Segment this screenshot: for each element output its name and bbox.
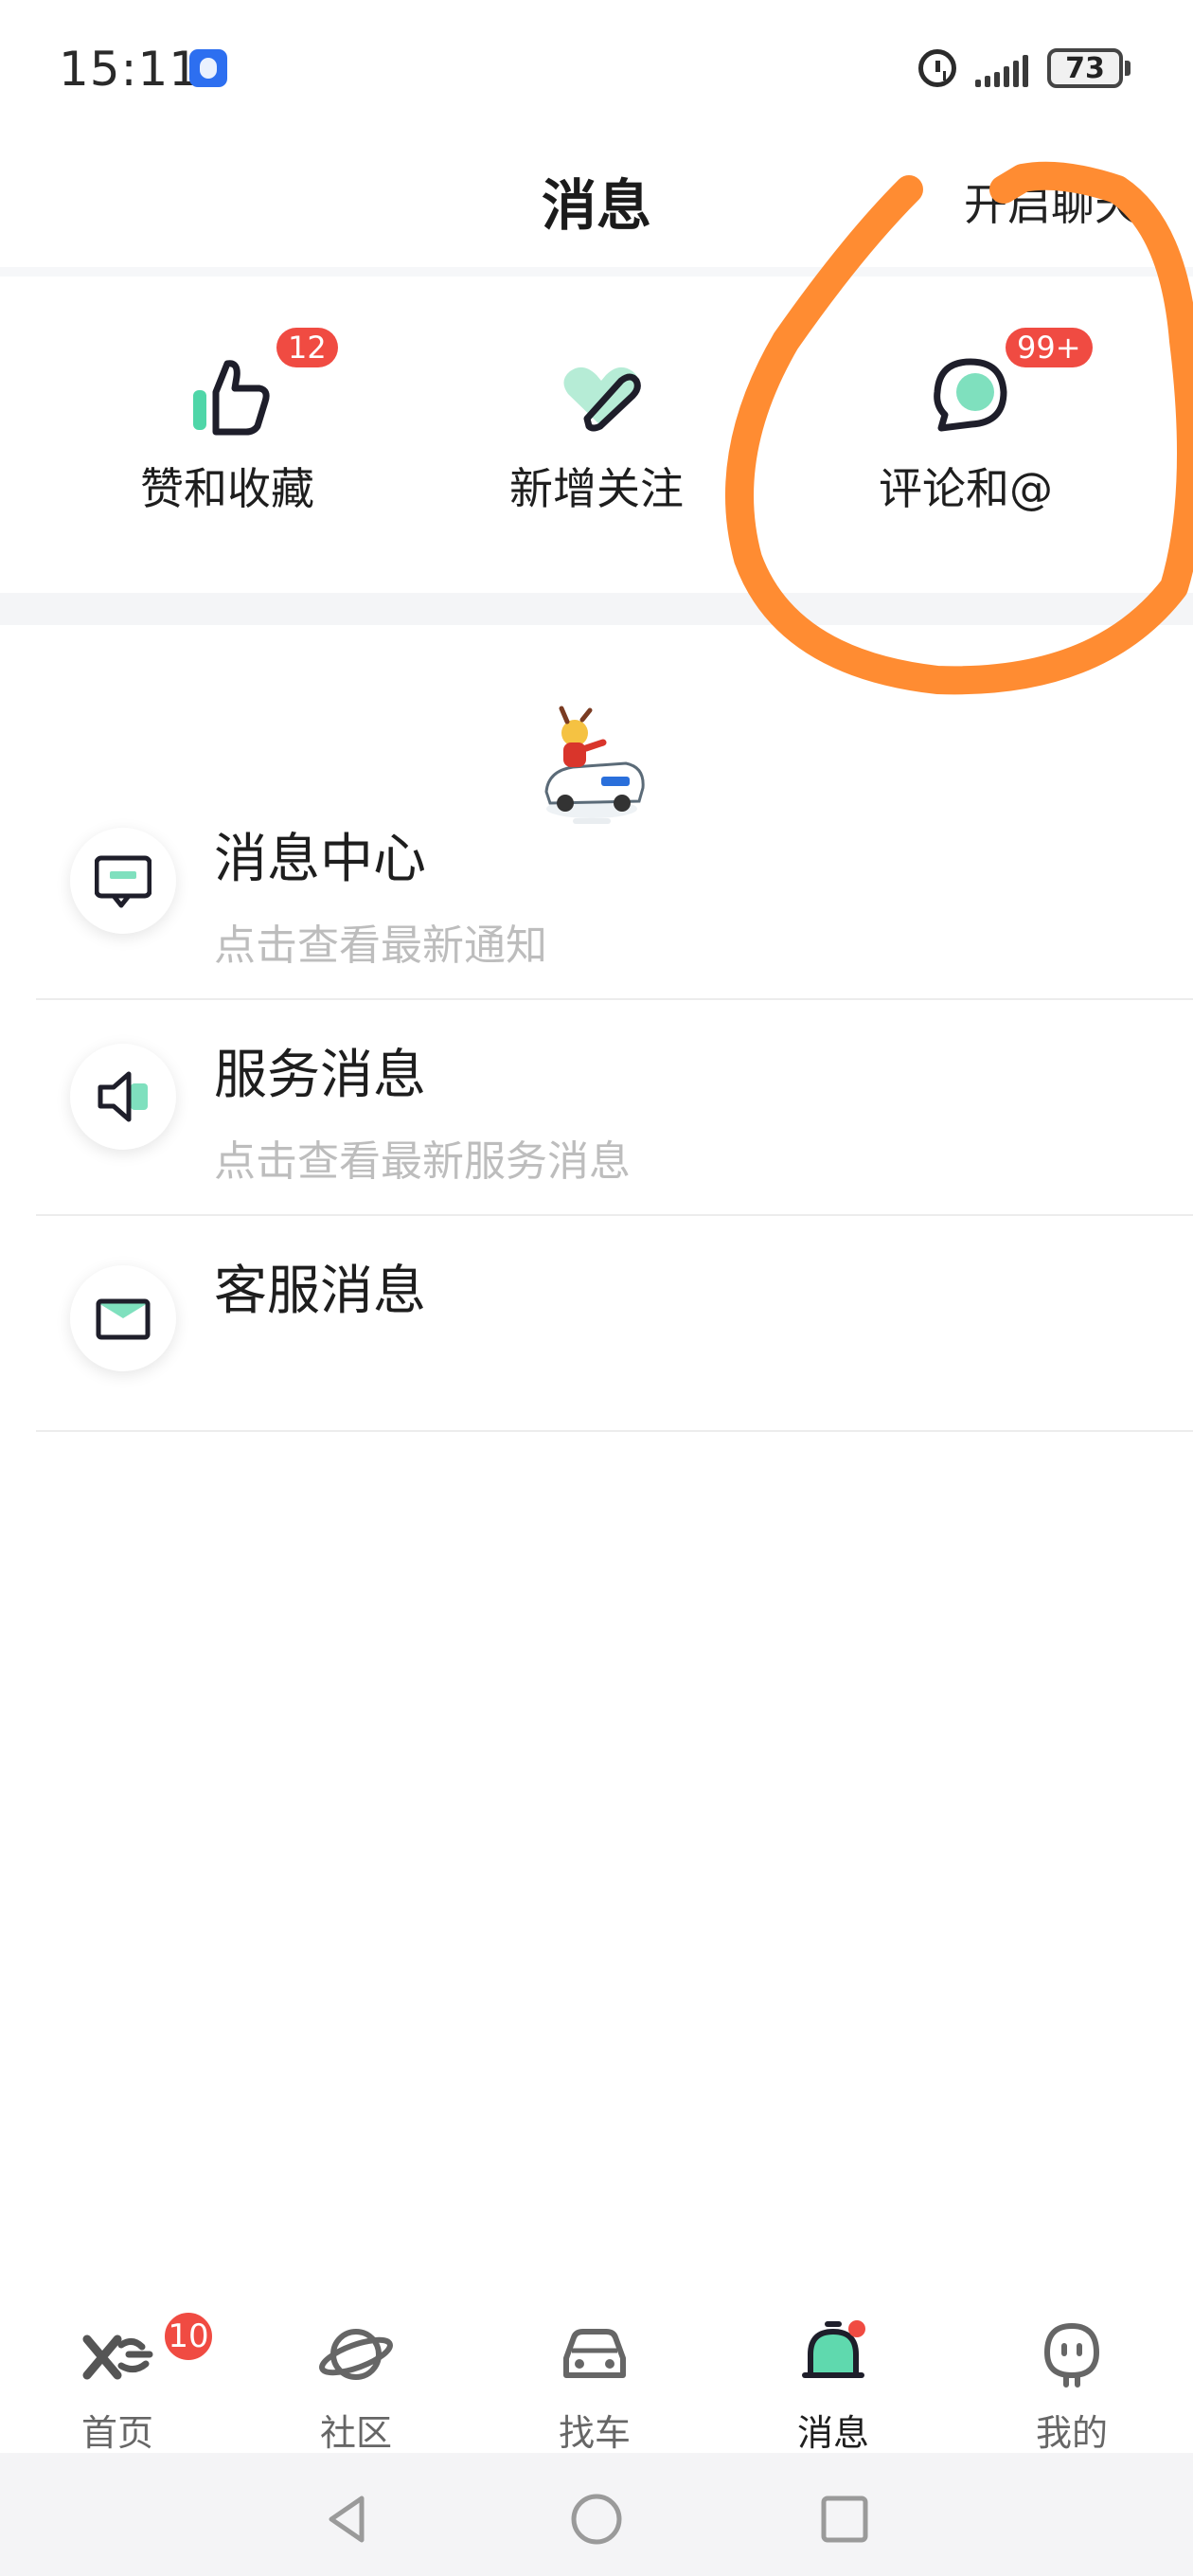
status-time: 15:11 xyxy=(59,42,201,97)
mail-icon xyxy=(96,1298,151,1340)
nav-label: 找车 xyxy=(558,2412,631,2454)
status-indicators: 73 xyxy=(918,45,1131,91)
message-subtitle: 点击查看最新通知 xyxy=(214,921,547,970)
customer-service-icon-wrap xyxy=(70,1265,176,1371)
comments-badge: 99+ xyxy=(1006,328,1093,367)
message-title: 服务消息 xyxy=(214,1045,426,1106)
message-subtitle: 点击查看最新服务消息 xyxy=(214,1137,631,1186)
comment-bubble-icon xyxy=(934,358,1007,432)
message-title: 消息中心 xyxy=(214,829,426,890)
tile-new-followers[interactable]: 新增关注 xyxy=(398,314,795,551)
back-icon[interactable] xyxy=(320,2491,377,2548)
page-header: 消息 开启聊天 xyxy=(0,133,1193,265)
tile-comments-mentions[interactable]: 99+ 评论和@ xyxy=(767,314,1165,551)
message-center-icon-wrap xyxy=(70,828,176,934)
home-circle-icon[interactable] xyxy=(568,2491,625,2548)
messages-unread-dot xyxy=(848,2320,865,2337)
nav-messages[interactable]: 消息 xyxy=(739,2317,928,2454)
nav-home[interactable]: 10 首页 xyxy=(23,2309,216,2454)
start-chat-button[interactable]: 开启聊天 xyxy=(964,170,1138,233)
customer-service-row[interactable]: 客服消息 xyxy=(36,1216,1193,1432)
signal-icon xyxy=(975,49,1028,87)
tile-label: 赞和收藏 xyxy=(140,463,314,514)
nav-label: 首页 xyxy=(80,2412,153,2454)
thumbs-up-icon xyxy=(193,360,270,436)
nav-profile[interactable]: 我的 xyxy=(977,2317,1166,2454)
nav-label: 我的 xyxy=(1035,2412,1108,2454)
bottom-nav: 10 首页 社区 找车 消息 我的 xyxy=(0,2292,1193,2454)
message-screen-icon xyxy=(95,855,151,908)
service-message-row[interactable]: 服务消息 点击查看最新服务消息 xyxy=(36,1000,1193,1216)
nav-find-car[interactable]: 找车 xyxy=(500,2317,689,2454)
nav-label: 消息 xyxy=(796,2412,869,2454)
status-bar: 15:11 73 xyxy=(0,0,1193,133)
heart-follow-icon xyxy=(563,367,641,432)
tile-label: 新增关注 xyxy=(509,463,684,514)
likes-badge: 12 xyxy=(276,328,338,367)
app-notification-icon xyxy=(189,49,227,87)
profile-face-icon xyxy=(1043,2322,1100,2388)
planet-icon xyxy=(319,2329,393,2380)
nav-community[interactable]: 社区 xyxy=(261,2317,451,2454)
alarm-icon xyxy=(918,49,956,87)
section-divider xyxy=(0,593,1193,625)
recent-apps-icon[interactable] xyxy=(816,2491,873,2548)
car-icon xyxy=(563,2329,626,2378)
tile-label: 评论和@ xyxy=(879,463,1053,514)
home-badge: 10 xyxy=(161,2309,216,2364)
system-nav-bar xyxy=(0,2453,1193,2576)
home-logo-icon xyxy=(82,2334,153,2380)
battery-icon: 73 xyxy=(1047,48,1131,88)
speaker-icon xyxy=(98,1071,148,1122)
message-center-row[interactable]: 消息中心 点击查看最新通知 xyxy=(36,784,1193,1000)
battery-level: 73 xyxy=(1047,48,1123,88)
nav-label: 社区 xyxy=(319,2412,392,2454)
message-title: 客服消息 xyxy=(214,1261,426,1322)
service-message-icon-wrap xyxy=(70,1044,176,1150)
tile-likes-favorites[interactable]: 12 赞和收藏 xyxy=(28,314,426,551)
notification-tiles: 12 赞和收藏 新增关注 99+ 评论和@ xyxy=(0,267,1193,593)
